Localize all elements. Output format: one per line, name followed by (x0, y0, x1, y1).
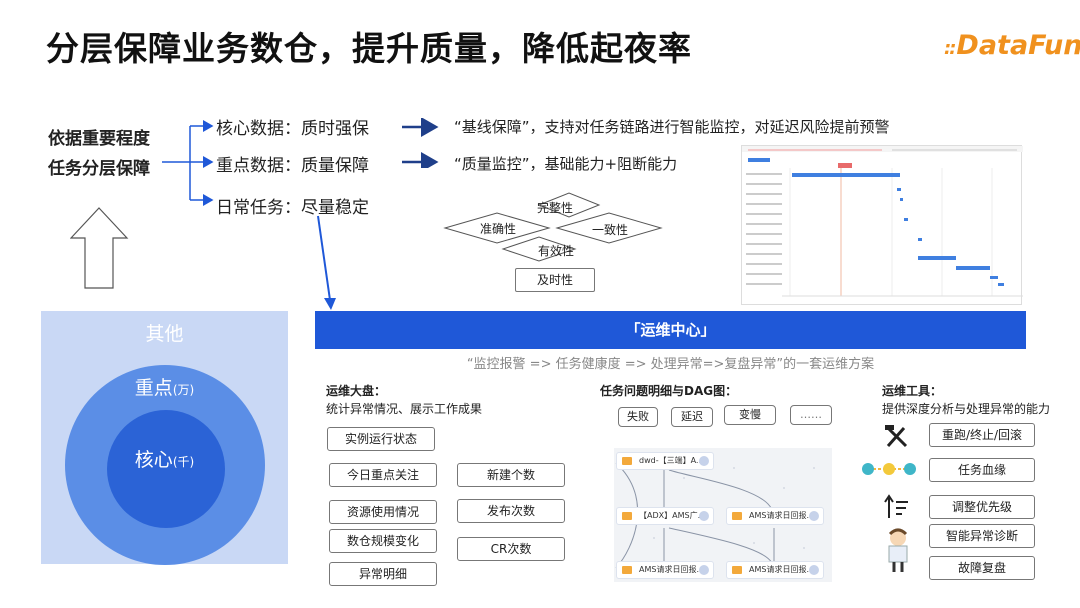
left-heading-line2: 任务分层保障 (48, 159, 150, 179)
dash-new-count: 新建个数 (457, 463, 565, 487)
dash-resource-usage: 资源使用情况 (329, 500, 437, 524)
dag-node-5[interactable]: AMS请求日回报... (726, 561, 824, 579)
dag-node-2[interactable]: 【ADX】AMS广... (616, 507, 714, 525)
dash-instance-status: 实例运行状态 (327, 427, 435, 451)
problems-title: 任务问题明细与DAG图： (600, 384, 738, 398)
doctor-icon (888, 528, 908, 572)
dash-cr-count: CR次数 (457, 537, 565, 561)
left-heading-line1: 依据重要程度 (48, 129, 150, 149)
tool-lineage: 任务血缘 (929, 458, 1035, 482)
layer-key-label: 重点(万) (134, 377, 195, 399)
tools-subtitle: 提供深度分析与处理异常的能力 (882, 402, 1051, 416)
tag-more: …… (790, 405, 832, 425)
dash-release-count: 发布次数 (457, 499, 565, 523)
gantt-screenshot (741, 145, 1023, 305)
dashboard-subtitle: 统计异常情况、展示工作成果 (326, 402, 483, 416)
dim-consistency: 一致性 (592, 223, 629, 237)
layer-core-label: 核心(千) (134, 449, 195, 471)
level-daily: 日常任务：尽量稳定 (216, 198, 369, 218)
dag-graph: dwd-【三端】A... 【ADX】AMS广... AMS请求日回报... AM… (614, 448, 832, 582)
layer-diagram: 其他 重点(万) 核心(千) (41, 311, 288, 565)
tool-diagnosis: 智能异常诊断 (929, 524, 1035, 548)
tool-review: 故障复盘 (929, 556, 1035, 580)
ops-center-banner: 「运维中心」 (315, 311, 1026, 349)
lineage-icon (862, 463, 916, 475)
tag-slower: 变慢 (724, 405, 776, 425)
tag-delayed: 延迟 (671, 407, 713, 427)
bracket-arrows (162, 120, 214, 206)
datafun-logo: ::DataFun. (944, 30, 1080, 61)
tool-rerun: 重跑/终止/回滚 (929, 423, 1035, 447)
dag-node-1[interactable]: dwd-【三端】A... (616, 452, 714, 470)
page-title: 分层保障业务数仓，提升质量，降低起夜率 (46, 29, 692, 68)
level-key-desc: “质量监控”，基础能力+阻断能力 (454, 155, 678, 173)
level-core-desc: “基线保障”，支持对任务链路进行智能监控，对延迟风险提前预警 (454, 118, 890, 136)
tools-title: 运维工具： (882, 384, 943, 398)
level-core: 核心数据：质时强保 (216, 119, 369, 139)
daily-down-arrow (317, 215, 336, 310)
dim-timeliness: 及时性 (515, 268, 595, 292)
left-heading: 依据重要程度 任务分层保障 (48, 124, 150, 184)
right-arrows (402, 118, 439, 168)
dag-node-4[interactable]: AMS请求日回报... (616, 561, 714, 579)
ops-center-subtitle: “监控报警 => 任务健康度 => 处理异常=>复盘异常”的一套运维方案 (466, 357, 875, 372)
dashboard-title: 运维大盘： (326, 384, 387, 398)
up-arrow-outline (70, 207, 129, 289)
tag-failed: 失败 (618, 407, 658, 427)
tools-icon (885, 425, 908, 448)
level-key: 重点数据：质量保障 (216, 156, 369, 176)
dim-completeness: 完整性 (537, 201, 574, 215)
dash-today-focus: 今日重点关注 (329, 463, 437, 487)
layer-other-label: 其他 (145, 323, 184, 345)
dag-node-3[interactable]: AMS请求日回报... (726, 507, 824, 525)
dim-validity: 有效性 (538, 244, 575, 258)
dash-warehouse-scale: 数仓规模变化 (329, 529, 437, 553)
priority-icon (884, 494, 908, 518)
dim-accuracy: 准确性 (480, 222, 517, 236)
dash-exception-detail: 异常明细 (329, 562, 437, 586)
tool-priority: 调整优先级 (929, 495, 1035, 519)
